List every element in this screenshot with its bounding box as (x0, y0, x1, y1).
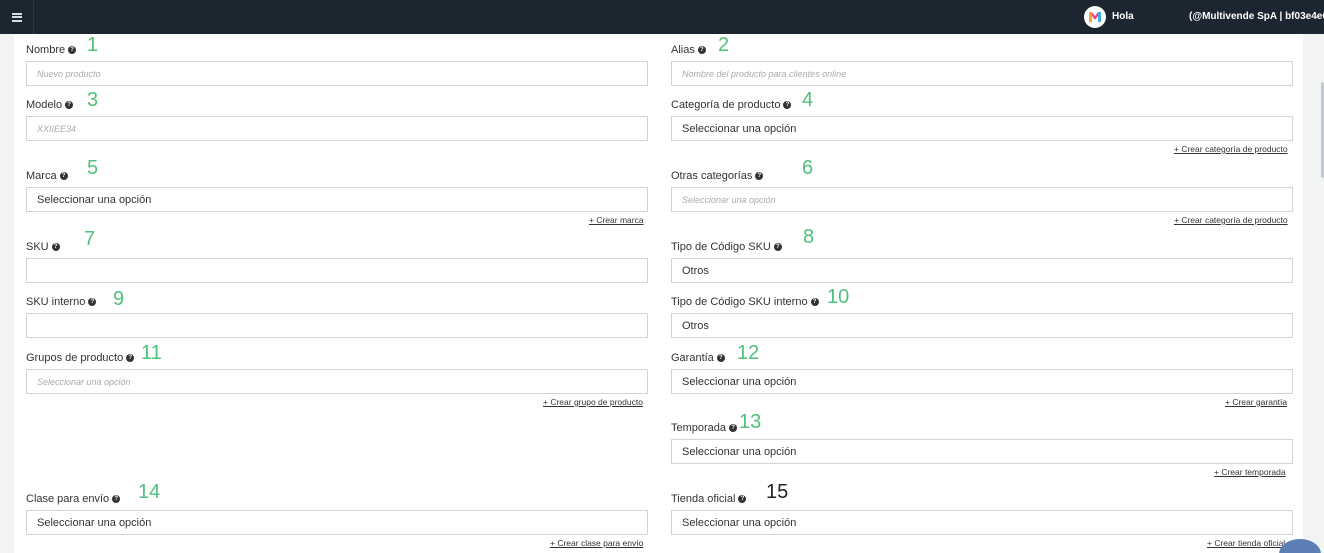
help-icon[interactable]: ? (697, 46, 706, 54)
temporada-label: Temporada? (671, 422, 738, 434)
nombre-label: Nombre? (26, 44, 77, 56)
nombre-input[interactable]: Nuevo producto (26, 61, 648, 86)
product-form-panel (14, 34, 1303, 553)
otras-categorias-label: Otras categorías? (671, 170, 764, 182)
help-icon[interactable]: ? (65, 101, 74, 109)
grupos-select[interactable]: Seleccionar una opción (26, 369, 648, 394)
annotation-number: 1 (87, 34, 99, 56)
modelo-label: Modelo? (26, 99, 74, 111)
tienda-select[interactable]: Seleccionar una opción (671, 510, 1293, 535)
temporada-select[interactable]: Seleccionar una opción (671, 439, 1293, 464)
help-icon[interactable]: ? (59, 172, 68, 180)
annotation-number: 9 (113, 288, 125, 310)
annotation-number: 15 (766, 481, 789, 503)
avatar[interactable] (1084, 6, 1106, 28)
clase-envio-select[interactable]: Seleccionar una opción (26, 510, 648, 535)
otras-categorias-select[interactable]: Seleccionar una opción (671, 187, 1293, 212)
help-icon[interactable]: ? (729, 424, 738, 432)
alias-label: Alias? (671, 44, 706, 56)
tienda-label: Tienda oficial? (671, 493, 747, 505)
help-icon[interactable]: ? (88, 298, 97, 306)
annotation-number: 4 (802, 89, 814, 111)
annotation-number: 8 (803, 226, 815, 248)
marca-label: Marca? (26, 170, 68, 182)
tipo-sku-label: Tipo de Código SKU? (671, 241, 782, 253)
tipo-sku-interno-select[interactable]: Otros (671, 313, 1293, 338)
crear-marca-link[interactable]: + Crear marca (589, 215, 644, 225)
sku-interno-input[interactable] (26, 313, 648, 338)
tipo-sku-select[interactable]: Otros (671, 258, 1293, 283)
crear-temporada-link[interactable]: + Crear temporada (1214, 467, 1286, 477)
help-icon[interactable]: ? (51, 243, 60, 251)
garantia-label: Garantía? (671, 352, 725, 364)
crear-grupo-link[interactable]: + Crear grupo de producto (543, 397, 643, 407)
menu-toggle-button[interactable] (0, 0, 34, 34)
sku-interno-label: SKU interno? (26, 296, 97, 308)
sku-input[interactable] (26, 258, 648, 283)
garantia-select[interactable]: Seleccionar una opción (671, 369, 1293, 394)
help-icon[interactable]: ? (112, 495, 121, 503)
help-icon[interactable]: ? (716, 354, 725, 362)
crear-clase-envio-link[interactable]: + Crear clase para envío (550, 538, 643, 548)
annotation-number: 12 (737, 342, 760, 364)
modelo-input[interactable]: XXIIEE34 (26, 116, 648, 141)
help-icon[interactable]: ? (810, 298, 819, 306)
annotation-number: 7 (84, 228, 96, 250)
account-selector[interactable]: (@Multivende SpA | bf03e4e6) (1189, 11, 1324, 22)
annotation-number: 5 (87, 157, 99, 179)
grupos-label: Grupos de producto? (26, 352, 135, 364)
help-icon[interactable]: ? (738, 495, 747, 503)
crear-categoria-link[interactable]: + Crear categoría de producto (1174, 144, 1288, 154)
categoria-label: Categoría de producto? (671, 99, 792, 111)
categoria-select[interactable]: Seleccionar una opción (671, 116, 1293, 141)
alias-input[interactable]: Nombre del producto para clientes online (671, 61, 1293, 86)
top-navbar: Hola (@Multivende SpA | bf03e4e6) ⌄ (0, 0, 1324, 34)
help-icon[interactable]: ? (755, 172, 764, 180)
annotation-number: 6 (802, 157, 814, 179)
annotation-number: 2 (718, 34, 730, 56)
clase-envio-label: Clase para envío? (26, 493, 121, 505)
help-icon[interactable]: ? (68, 46, 77, 54)
crear-garantia-link[interactable]: + Crear garantía (1225, 397, 1287, 407)
marca-select[interactable]: Seleccionar una opción (26, 187, 648, 212)
annotation-number: 10 (827, 286, 850, 308)
tipo-sku-interno-label: Tipo de Código SKU interno? (671, 296, 819, 308)
sku-label: SKU? (26, 241, 60, 253)
annotation-number: 11 (141, 342, 162, 364)
help-icon[interactable]: ? (783, 101, 792, 109)
greeting-text: Hola (1112, 11, 1134, 22)
annotation-number: 14 (138, 481, 161, 503)
annotation-number: 3 (87, 89, 99, 111)
crear-categoria-link[interactable]: + Crear categoría de producto (1174, 215, 1288, 225)
menu-icon (10, 12, 22, 22)
help-icon[interactable]: ? (126, 354, 135, 362)
help-icon[interactable]: ? (773, 243, 782, 251)
chevron-down-icon[interactable]: ⌄ (1313, 11, 1320, 20)
multivende-logo-icon (1089, 12, 1101, 22)
crear-tienda-link[interactable]: + Crear tienda oficial (1207, 538, 1285, 548)
annotation-number: 13 (739, 411, 762, 433)
